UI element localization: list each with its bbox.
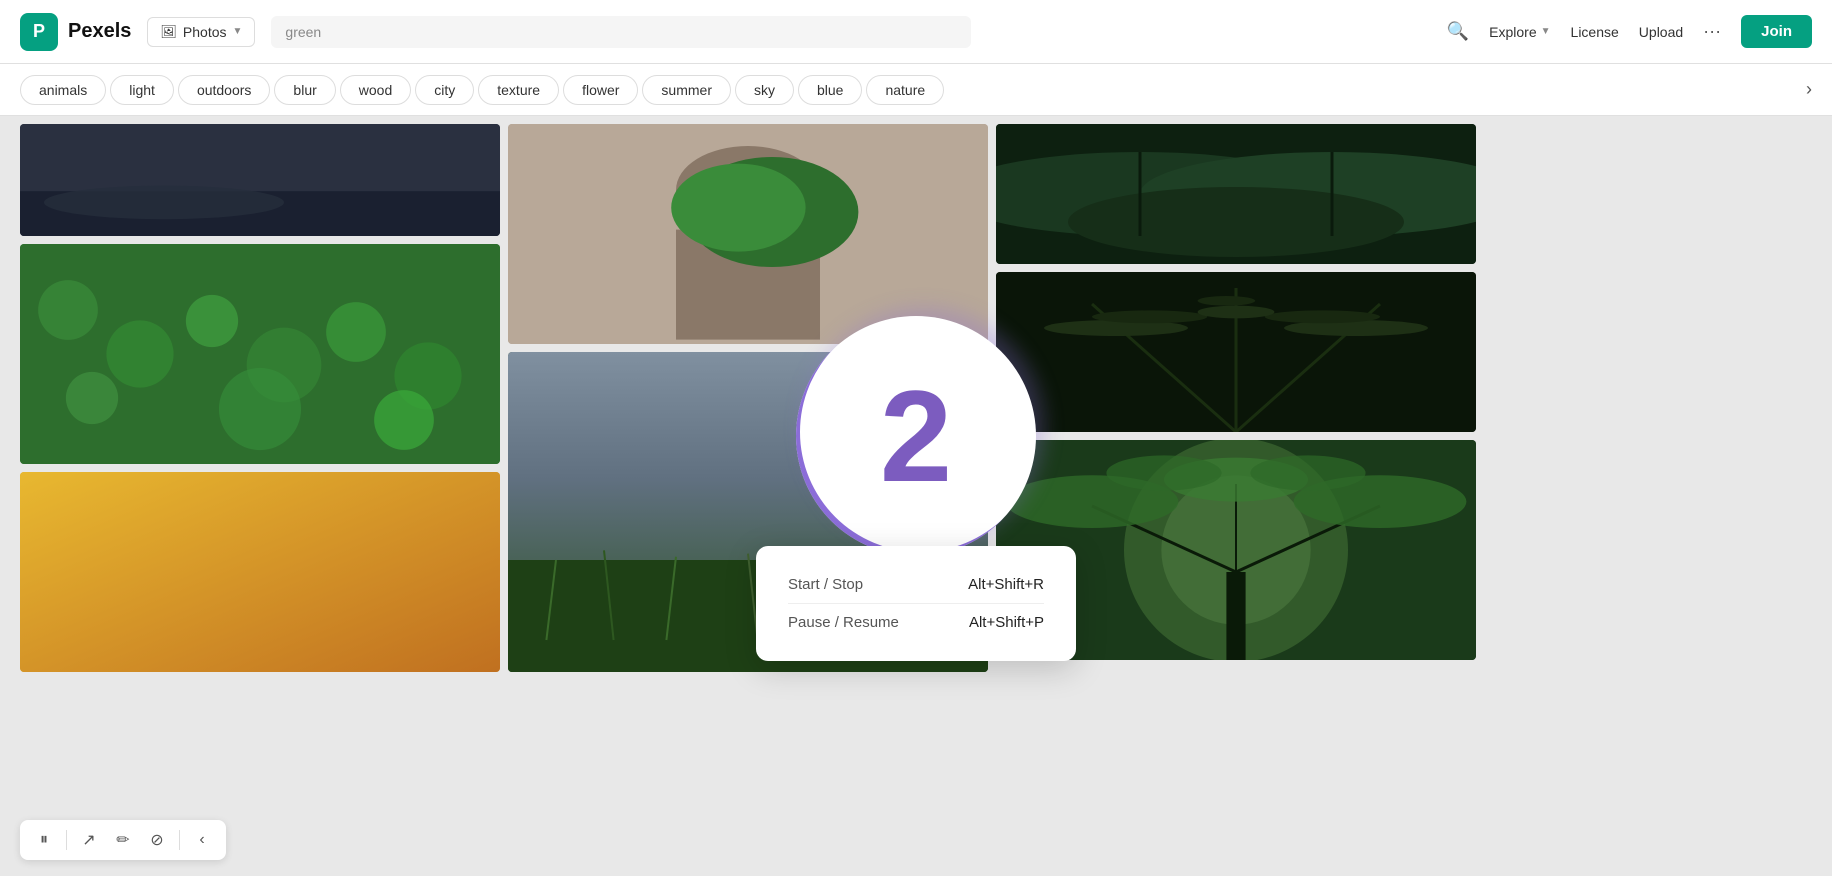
tag-texture[interactable]: texture — [478, 75, 559, 105]
more-options-button[interactable]: ··· — [1703, 21, 1721, 42]
arrow-tool-button[interactable]: ↗ — [75, 826, 103, 854]
tag-city[interactable]: city — [415, 75, 474, 105]
back-icon: ‹ — [199, 831, 204, 849]
image-person-plant[interactable] — [508, 124, 988, 344]
pause-icon: ⏸ — [40, 831, 48, 849]
logo-wrapper: P Pexels — [20, 13, 131, 51]
photos-label: Photos — [183, 24, 227, 40]
pexels-logo-icon[interactable]: P — [20, 13, 58, 51]
tag-animals[interactable]: animals — [20, 75, 106, 105]
col-3 — [996, 124, 1476, 868]
image-yellow-warm[interactable] — [20, 472, 500, 672]
image-dark-blue[interactable] — [20, 124, 500, 236]
tag-summer[interactable]: summer — [642, 75, 731, 105]
pen-tool-button[interactable]: ✏ — [109, 826, 137, 854]
tag-nature[interactable]: nature — [866, 75, 944, 105]
tag-blue[interactable]: blue — [798, 75, 862, 105]
image-grass-field[interactable] — [508, 352, 988, 672]
explore-menu[interactable]: Explore ▼ — [1489, 24, 1550, 40]
tags-next-arrow[interactable]: › — [1806, 79, 1812, 100]
image-dark-palm[interactable] — [996, 272, 1476, 432]
image-green-trees[interactable] — [996, 440, 1476, 660]
pen-icon: ✏ — [116, 830, 129, 850]
search-bar[interactable]: green — [271, 16, 971, 48]
tag-flower[interactable]: flower — [563, 75, 638, 105]
image-banana-leaves[interactable] — [996, 124, 1476, 264]
pause-button[interactable]: ⏸ — [30, 826, 58, 854]
search-query: green — [285, 24, 321, 40]
back-button[interactable]: ‹ — [188, 826, 216, 854]
header: P Pexels 🖼 Photos ▼ green 🔍 Explore ▼ Li… — [0, 0, 1832, 64]
tag-light[interactable]: light — [110, 75, 174, 105]
eraser-icon: ⊘ — [150, 830, 163, 850]
join-button[interactable]: Join — [1741, 15, 1812, 48]
photos-dropdown-button[interactable]: 🖼 Photos ▼ — [147, 17, 255, 47]
image-green-clover[interactable] — [20, 244, 500, 464]
header-right: 🔍 Explore ▼ License Upload ··· Join — [1447, 15, 1812, 48]
col-2 — [508, 124, 988, 868]
arrow-icon: ↗ — [82, 830, 95, 850]
tag-wood[interactable]: wood — [340, 75, 411, 105]
tags-row: animals light outdoors blur wood city te… — [0, 64, 1832, 116]
chevron-down-icon: ▼ — [233, 26, 243, 37]
toolbar-divider-2 — [179, 830, 180, 850]
col-1 — [20, 124, 500, 868]
explore-label: Explore — [1489, 24, 1536, 40]
tag-outdoors[interactable]: outdoors — [178, 75, 270, 105]
upload-link[interactable]: Upload — [1639, 24, 1683, 40]
logo-name: Pexels — [68, 20, 131, 43]
tag-sky[interactable]: sky — [735, 75, 794, 105]
toolbar-divider-1 — [66, 830, 67, 850]
bottom-toolbar: ⏸ ↗ ✏ ⊘ ‹ — [20, 820, 226, 860]
explore-chevron-icon: ▼ — [1541, 26, 1551, 37]
license-link[interactable]: License — [1571, 24, 1619, 40]
eraser-tool-button[interactable]: ⊘ — [143, 826, 171, 854]
main-grid: 2 Start / Stop Alt+Shift+R Pause / Resum… — [0, 116, 1832, 876]
tag-blur[interactable]: blur — [274, 75, 335, 105]
search-icon[interactable]: 🔍 — [1447, 21, 1469, 42]
